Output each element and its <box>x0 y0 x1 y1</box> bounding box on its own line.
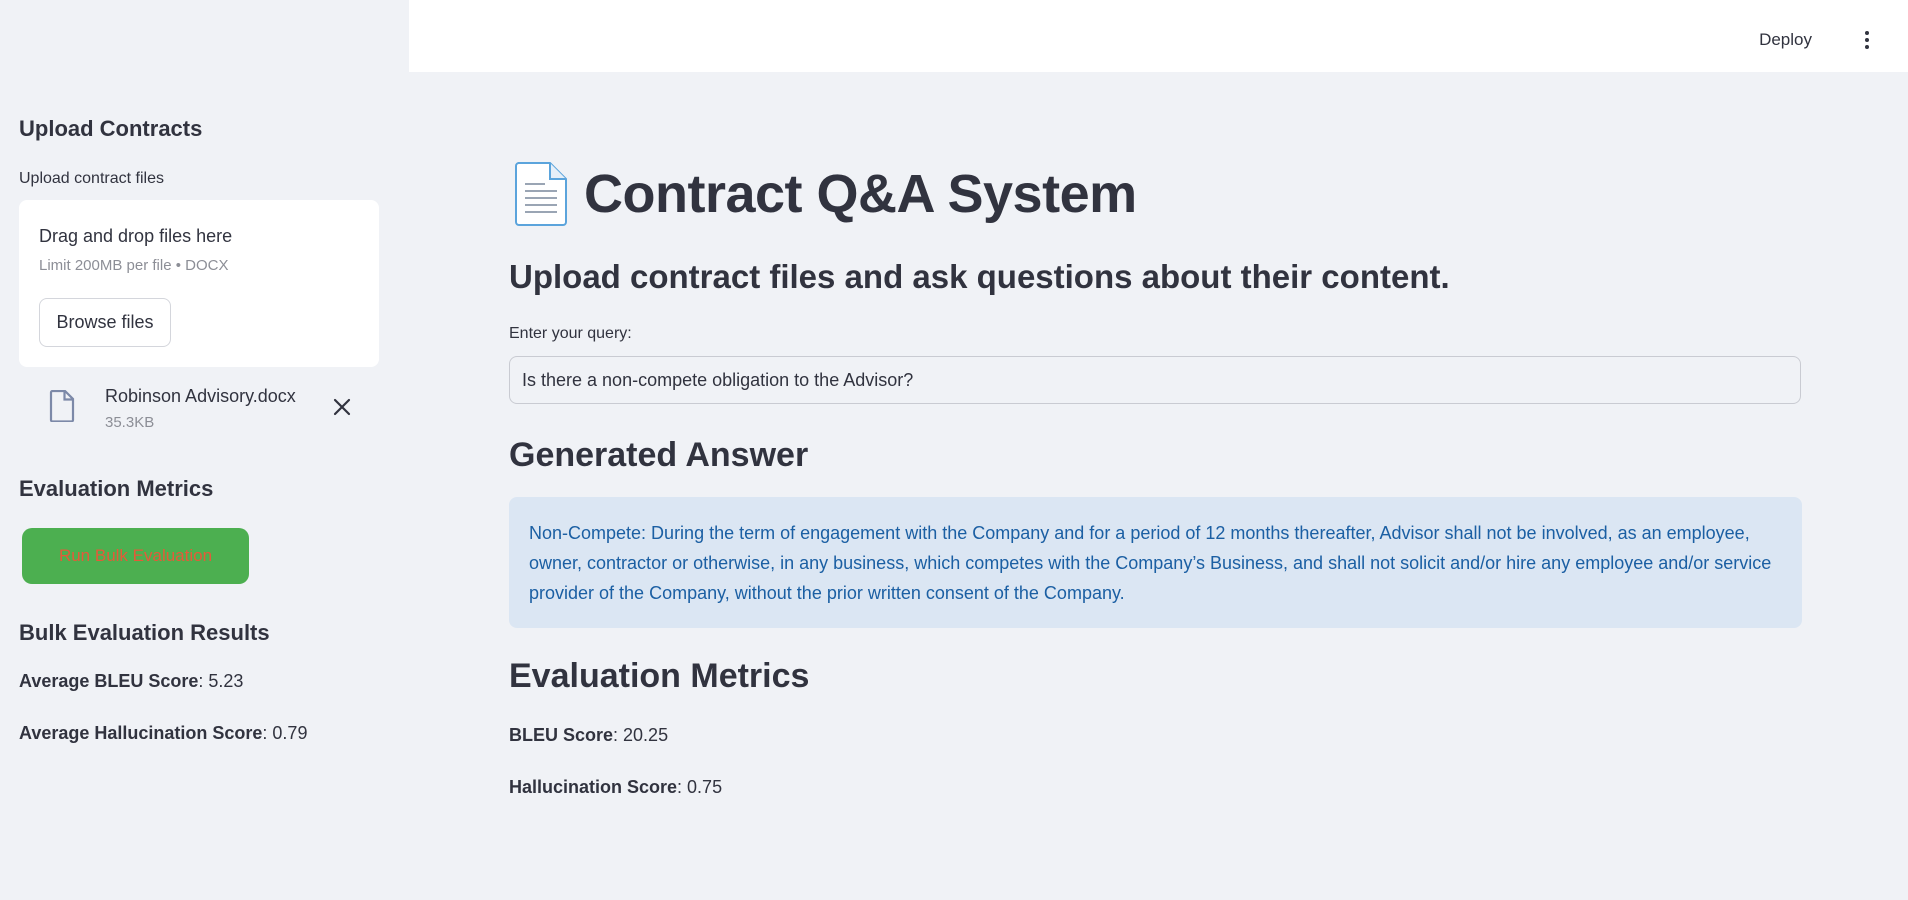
generated-answer-heading: Generated Answer <box>509 436 809 474</box>
file-icon <box>49 390 75 422</box>
page-subtitle: Upload contract files and ask questions … <box>509 258 1450 295</box>
page-title: Contract Q&A System <box>512 160 1137 228</box>
average-hallucination-score: Average Hallucination Score: 0.79 <box>19 723 307 744</box>
bleu-score: BLEU Score: 20.25 <box>509 725 668 746</box>
top-bar: Deploy <box>409 0 1908 72</box>
close-icon[interactable] <box>331 396 353 418</box>
browse-files-button[interactable]: Browse files <box>39 298 171 347</box>
title-text: Contract Q&A System <box>584 164 1137 224</box>
average-hallucination-label: Average Hallucination Score <box>19 723 263 743</box>
sidebar-evaluation-metrics-heading: Evaluation Metrics <box>19 476 214 501</box>
dropzone-limit: Limit 200MB per file • DOCX <box>39 257 229 274</box>
average-bleu-value: : 5.23 <box>198 671 244 691</box>
average-hallucination-value: : 0.79 <box>262 723 308 743</box>
kebab-menu-icon[interactable] <box>1864 31 1870 49</box>
query-input[interactable] <box>509 356 1801 404</box>
answer-box: Non-Compete: During the term of engageme… <box>509 497 1802 628</box>
document-icon <box>515 162 567 226</box>
hallucination-score: Hallucination Score: 0.75 <box>509 777 722 798</box>
file-name: Robinson Advisory.docx <box>105 386 296 406</box>
average-bleu-label: Average BLEU Score <box>19 671 199 691</box>
upload-contracts-heading: Upload Contracts <box>19 116 203 141</box>
evaluation-metrics-heading: Evaluation Metrics <box>509 657 810 695</box>
sidebar: Upload Contracts Upload contract files D… <box>0 0 409 900</box>
average-bleu-score: Average BLEU Score: 5.23 <box>19 671 243 692</box>
hallucination-label: Hallucination Score <box>509 777 678 797</box>
upload-label: Upload contract files <box>19 170 164 187</box>
file-size: 35.3KB <box>105 414 155 431</box>
file-dropzone[interactable]: Drag and drop files here Limit 200MB per… <box>19 200 379 367</box>
bleu-value: : 20.25 <box>613 725 669 745</box>
uploaded-file-item: Robinson Advisory.docx 35.3KB <box>19 380 379 440</box>
hallucination-value: : 0.75 <box>677 777 723 797</box>
run-bulk-evaluation-button[interactable]: Run Bulk Evaluation <box>22 528 249 584</box>
dropzone-title: Drag and drop files here <box>39 226 233 246</box>
bulk-results-heading: Bulk Evaluation Results <box>19 620 270 645</box>
deploy-button[interactable]: Deploy <box>1759 30 1812 50</box>
bleu-label: BLEU Score <box>509 725 614 745</box>
query-label: Enter your query: <box>509 325 632 342</box>
